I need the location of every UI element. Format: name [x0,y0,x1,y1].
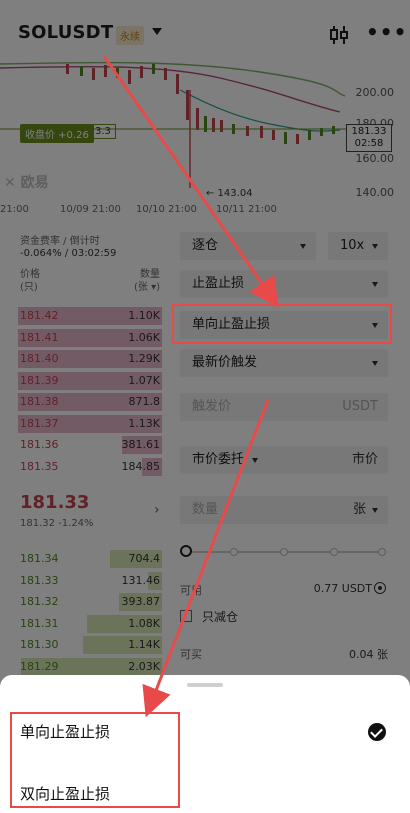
sheet-handle[interactable] [187,683,223,687]
check-icon [368,723,386,741]
highlight-box-options [10,712,180,808]
highlight-box-tpsl-type [172,304,392,344]
